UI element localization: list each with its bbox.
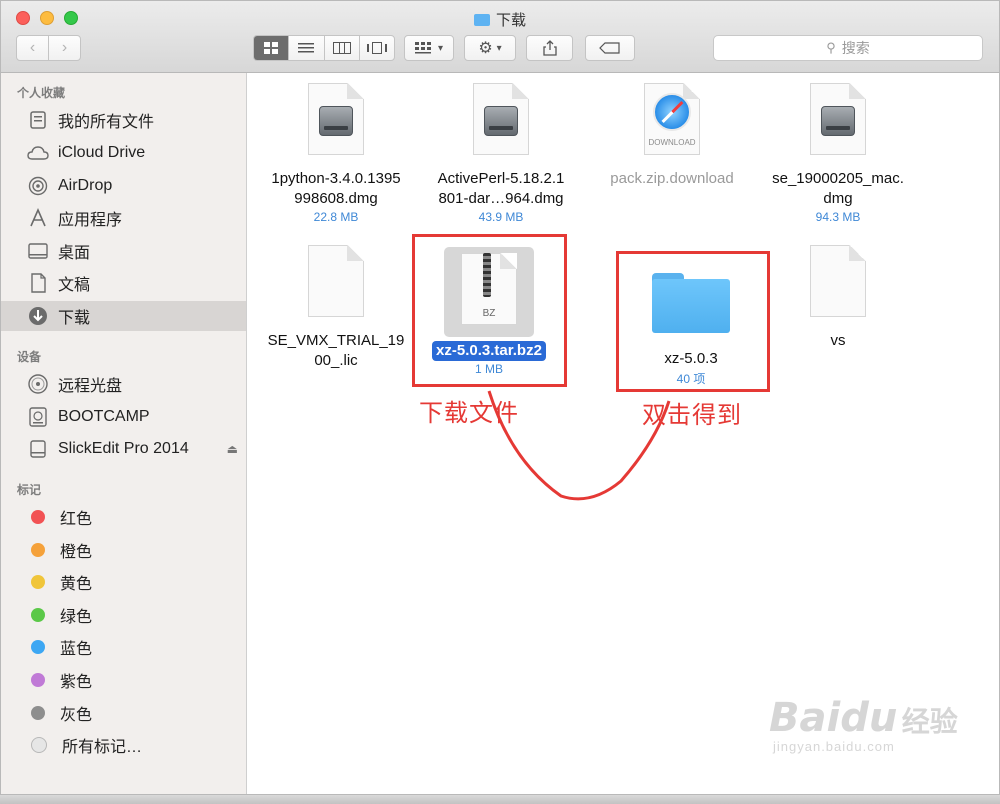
annotation-arrow-curve [487, 390, 671, 501]
finder-window: 下载 ‹ › ▾ ⚙ ▾ ⚲ 搜索 个人收藏 我的所有文件 iCloud Dri… [0, 0, 1000, 795]
desktop-edge [0, 795, 1000, 804]
